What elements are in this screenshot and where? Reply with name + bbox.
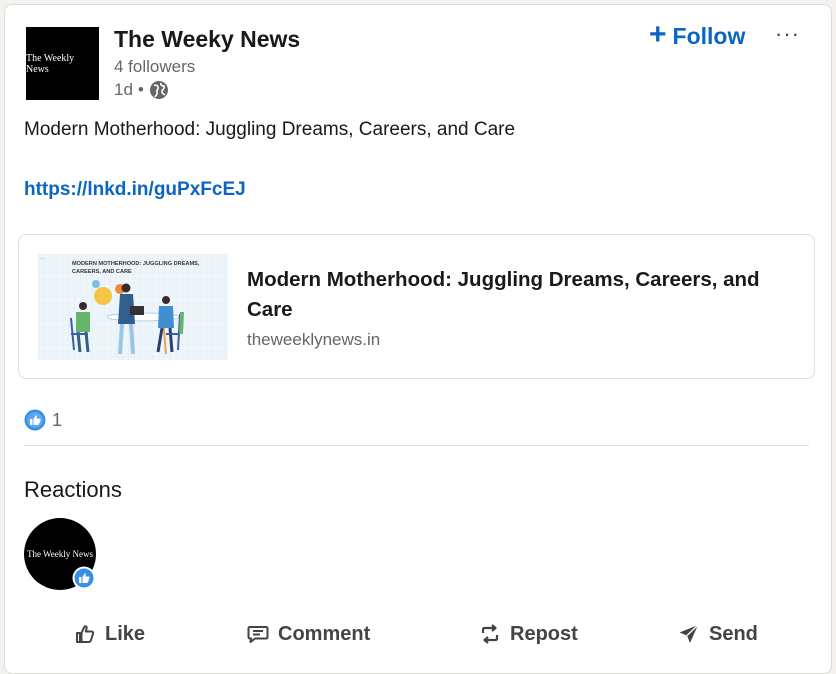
post-link[interactable]: https://lnkd.in/guPxFcEJ [24, 179, 246, 201]
thumb-title-line2: CAREERS, AND CARE [72, 269, 132, 275]
follow-label: Follow [672, 23, 746, 49]
like-button[interactable]: Like [73, 622, 145, 646]
like-badge-icon [72, 566, 96, 590]
repost-label: Repost [510, 622, 578, 645]
article-domain: theweeklynews.in [247, 330, 381, 349]
article-preview[interactable]: ··· MODERN MOTHERHOOD: JUGGLING DREAMS, … [18, 234, 815, 379]
post-time: 1d [114, 80, 133, 99]
thumb-title-line1: MODERN MOTHERHOOD: JUGGLING DREAMS, [72, 261, 200, 267]
comment-icon [247, 626, 269, 643]
send-label: Send [709, 622, 758, 645]
more-icon[interactable]: ··· [775, 21, 800, 47]
divider [24, 445, 809, 446]
follower-count: 4 followers [114, 57, 196, 76]
reactor-avatar-text: The Weekly News [26, 549, 94, 559]
post-meta: 1d • [114, 80, 169, 100]
repost-button[interactable]: Repost [478, 622, 578, 646]
feed-post-card: The Weekly News The Weeky News 4 followe… [4, 4, 832, 674]
post-text: Modern Motherhood: Juggling Dreams, Care… [24, 119, 516, 140]
company-logo-text: The Weekly News [26, 52, 75, 75]
reactions-heading: Reactions [24, 477, 122, 502]
article-thumbnail: ··· MODERN MOTHERHOOD: JUGGLING DREAMS, … [38, 254, 228, 360]
comment-label: Comment [278, 622, 371, 645]
comment-button[interactable]: Comment [246, 622, 370, 646]
repost-icon [481, 624, 499, 644]
article-title: Modern Motherhood: Juggling Dreams, Care… [247, 268, 760, 321]
reaction-summary[interactable]: 1 [24, 409, 62, 431]
reaction-count: 1 [52, 409, 63, 430]
follow-button[interactable]: + Follow [649, 18, 746, 51]
like-icon [76, 625, 95, 643]
like-label: Like [105, 622, 146, 645]
send-button[interactable]: Send [677, 622, 758, 646]
company-logo[interactable]: The Weekly News [26, 27, 99, 100]
plus-icon: + [649, 18, 667, 51]
like-reaction-icon [24, 409, 46, 431]
meta-separator: • [137, 80, 144, 99]
globe-icon [149, 81, 168, 99]
svg-text:···: ··· [40, 256, 46, 262]
author-name[interactable]: The Weeky News [114, 26, 300, 53]
send-icon [679, 624, 699, 643]
